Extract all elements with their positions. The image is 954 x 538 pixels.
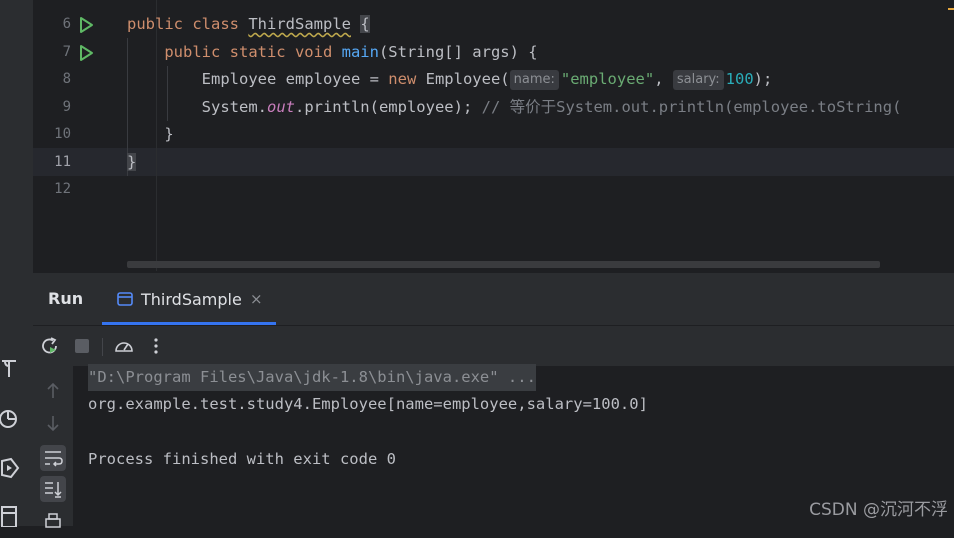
static-field: out bbox=[266, 97, 295, 116]
number-literal: 100 bbox=[725, 70, 754, 88]
code-line-11: } bbox=[127, 149, 137, 177]
line-number: 7 bbox=[62, 43, 71, 60]
console-command-line: "D:\Program Files\Java\jdk-1.8\bin\java.… bbox=[88, 364, 536, 391]
scroll-to-end-icon[interactable] bbox=[40, 476, 66, 502]
string-literal: "employee" bbox=[560, 70, 655, 88]
class-name: ThirdSample bbox=[248, 15, 351, 33]
code-text: Employee employee = bbox=[201, 70, 389, 88]
application-icon bbox=[117, 291, 133, 307]
warning-marker[interactable] bbox=[948, 8, 954, 10]
run-tool-window: Run ThirdSample × "D:\Program Files\Java… bbox=[33, 272, 954, 528]
terminal-icon[interactable] bbox=[0, 505, 20, 527]
code-line-6: public class ThirdSample { bbox=[127, 11, 370, 39]
tab-label: ThirdSample bbox=[141, 290, 242, 309]
more-options-icon[interactable] bbox=[145, 335, 167, 357]
code-text: , bbox=[654, 70, 673, 88]
horizontal-scrollbar[interactable] bbox=[127, 261, 880, 268]
keyword: public static void bbox=[164, 42, 342, 61]
console-output-line: org.example.test.study4.Employee[name=em… bbox=[88, 395, 648, 413]
method-name: main bbox=[341, 42, 379, 61]
run-toolbar bbox=[33, 325, 954, 366]
left-tool-strip bbox=[0, 0, 33, 527]
profiler-icon[interactable] bbox=[113, 335, 135, 357]
soft-wrap-icon[interactable] bbox=[40, 445, 66, 471]
line-number: 12 bbox=[54, 181, 71, 197]
line-number: 10 bbox=[54, 126, 71, 142]
run-triangle-icon[interactable] bbox=[78, 44, 94, 62]
run-triangle-icon[interactable] bbox=[78, 16, 94, 34]
arrow-up-icon[interactable] bbox=[40, 378, 66, 404]
run-header: Run ThirdSample × bbox=[33, 272, 954, 325]
code-text: System. bbox=[201, 97, 267, 116]
code-line-10: } bbox=[127, 121, 174, 149]
profiler-icon[interactable] bbox=[0, 408, 20, 430]
line-number: 8 bbox=[62, 71, 71, 87]
matched-brace: } bbox=[127, 152, 137, 171]
code-line-9: System.out.println(employee); // 等价于Syst… bbox=[127, 94, 902, 122]
parameter-hint: salary: bbox=[672, 70, 724, 90]
tab-third-sample[interactable]: ThirdSample × bbox=[102, 273, 276, 325]
code-text: } bbox=[164, 125, 174, 143]
rerun-icon[interactable] bbox=[39, 335, 61, 357]
matched-brace: { bbox=[360, 15, 370, 33]
code-text: .println(employee); bbox=[294, 97, 482, 116]
toolbar-separator bbox=[102, 338, 103, 356]
build-icon[interactable] bbox=[0, 357, 20, 379]
console-side-toolbar bbox=[33, 366, 73, 528]
parameter-hint: name: bbox=[509, 70, 559, 90]
code-line-8: Employee employee = new Employee(name: "e… bbox=[127, 66, 772, 94]
keyword: new bbox=[388, 70, 417, 88]
close-icon[interactable]: × bbox=[250, 290, 263, 308]
print-icon[interactable] bbox=[40, 508, 66, 534]
code-text: ); bbox=[753, 70, 773, 88]
services-icon[interactable] bbox=[0, 457, 20, 479]
code-line-7: public static void main(String[] args) { bbox=[127, 39, 538, 67]
watermark: CSDN @沉河不浮 bbox=[809, 500, 948, 520]
line-number-current: 11 bbox=[54, 153, 71, 170]
arrow-down-icon[interactable] bbox=[40, 410, 66, 436]
code-text: (String[] args) { bbox=[378, 42, 538, 61]
run-window-title: Run bbox=[48, 289, 84, 308]
console-exit-line: Process finished with exit code 0 bbox=[88, 450, 396, 468]
line-number: 9 bbox=[62, 98, 71, 115]
code-comment: // 等价于System.out.println(employee.toStri… bbox=[481, 97, 902, 116]
keyword: public class bbox=[127, 15, 249, 33]
line-number: 6 bbox=[62, 16, 71, 32]
editor-gutter: 6 7 8 9 10 11 12 bbox=[33, 0, 123, 271]
stop-icon[interactable] bbox=[71, 335, 93, 357]
code-text: Employee( bbox=[416, 70, 510, 88]
